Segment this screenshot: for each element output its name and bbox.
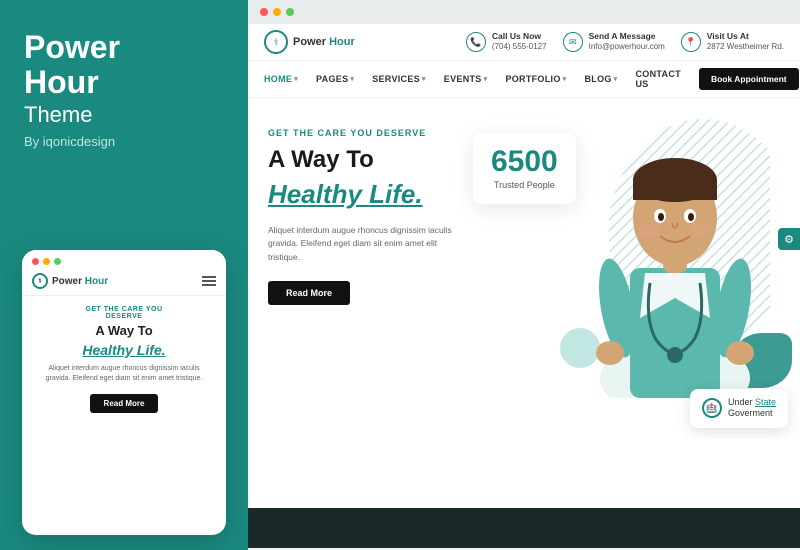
browser-chrome: [248, 0, 800, 24]
brand-title-line1: Power: [24, 30, 224, 65]
main-panel: ⚕ Power Hour 📞 Call Us Now (704) 555-012…: [248, 0, 800, 550]
doctor-image: [575, 98, 775, 398]
site-logo: ⚕ Power Hour: [264, 30, 355, 54]
hero-heading2: Healthy Life.: [268, 179, 478, 210]
hamburger-menu[interactable]: [202, 276, 216, 286]
hero-content-left: GET THE CARE YOU DESERVE A Way To Health…: [268, 128, 478, 305]
site-logo-text: Power Hour: [293, 36, 355, 48]
mobile-logo: ⚕ Power Hour: [32, 273, 108, 289]
left-panel: Power Hour Theme By iqonicdesign ⚕ Power…: [0, 0, 248, 550]
brand-title-line2: Hour: [24, 65, 224, 100]
mobile-mockup: ⚕ Power Hour GET THE CARE YOUDESERVE A W…: [22, 250, 226, 535]
mobile-h1: A Way To: [32, 323, 216, 340]
stats-number: 6500: [491, 147, 558, 177]
book-appointment-button[interactable]: Book Appointment: [699, 68, 799, 90]
government-badge: 🏥 Under State Goverment: [690, 389, 788, 428]
call-text: Call Us Now (704) 555-0127: [492, 31, 547, 52]
government-text: Under State Goverment: [728, 397, 776, 420]
mobile-read-more-button[interactable]: Read More: [90, 394, 159, 413]
nav-contact[interactable]: CONTACT US: [636, 61, 681, 97]
mobile-hero: GET THE CARE YOUDESERVE A Way To Healthy…: [22, 296, 226, 419]
nav-bar: HOME ▾ PAGES ▾ SERVICES ▾ EVENTS ▾ PORTF…: [248, 61, 800, 98]
nav-services[interactable]: SERVICES ▾: [372, 66, 426, 92]
stats-box: 6500 Trusted People: [473, 133, 576, 204]
mobile-dot-green: [54, 258, 61, 265]
bottom-dark-section: [248, 508, 800, 548]
email-icon: ✉: [563, 32, 583, 52]
mobile-tagline: GET THE CARE YOUDESERVE: [32, 306, 216, 320]
mobile-dots: [22, 250, 226, 269]
mobile-dot-yellow: [43, 258, 50, 265]
brand-subtitle: Theme: [24, 102, 224, 128]
mobile-desc: Aliquet interdum augue rhoncus dignissim…: [32, 364, 216, 385]
hero-description: Aliquet interdum augue rhoncus dignissim…: [268, 224, 468, 265]
hero-section: GET THE CARE YOU DESERVE A Way To Health…: [248, 98, 800, 438]
brand-name: Power Hour Theme By iqonicdesign: [24, 30, 224, 149]
top-bar: ⚕ Power Hour 📞 Call Us Now (704) 555-012…: [248, 24, 800, 61]
browser-dot-close[interactable]: [260, 8, 268, 16]
website-preview: ⚕ Power Hour 📞 Call Us Now (704) 555-012…: [248, 24, 800, 548]
nav-events[interactable]: EVENTS ▾: [444, 66, 488, 92]
browser-dot-maximize[interactable]: [286, 8, 294, 16]
top-contact-info: 📞 Call Us Now (704) 555-0127 ✉ Send A Me…: [375, 31, 784, 52]
mobile-header: ⚕ Power Hour: [22, 269, 226, 296]
mobile-dot-red: [32, 258, 39, 265]
brand-by: By iqonicdesign: [24, 134, 224, 149]
message-info: ✉ Send A Message Info@powerhour.com: [563, 31, 665, 52]
visit-text: Visit Us At 2872 Westheimer Rd.: [707, 31, 784, 52]
settings-button[interactable]: ⚙: [778, 228, 800, 250]
hero-heading1: A Way To: [268, 146, 478, 175]
nav-home[interactable]: HOME ▾: [264, 66, 298, 92]
visit-info: 📍 Visit Us At 2872 Westheimer Rd.: [681, 31, 784, 52]
site-logo-icon: ⚕: [264, 30, 288, 54]
nav-blog[interactable]: BLOG ▾: [584, 66, 617, 92]
government-icon: 🏥: [702, 398, 722, 418]
browser-dot-minimize[interactable]: [273, 8, 281, 16]
location-icon: 📍: [681, 32, 701, 52]
call-info: 📞 Call Us Now (704) 555-0127: [466, 31, 547, 52]
mobile-h2: Healthy Life.: [32, 342, 216, 358]
hero-tagline: GET THE CARE YOU DESERVE: [268, 128, 478, 138]
nav-pages[interactable]: PAGES ▾: [316, 66, 354, 92]
phone-icon: 📞: [466, 32, 486, 52]
message-text: Send A Message Info@powerhour.com: [589, 31, 665, 52]
hero-read-more-button[interactable]: Read More: [268, 281, 350, 305]
nav-portfolio[interactable]: PORTFOLIO ▾: [505, 66, 566, 92]
stats-label: Trusted People: [491, 180, 558, 190]
mobile-logo-text: Power Hour: [52, 276, 108, 287]
mobile-logo-icon: ⚕: [32, 273, 48, 289]
